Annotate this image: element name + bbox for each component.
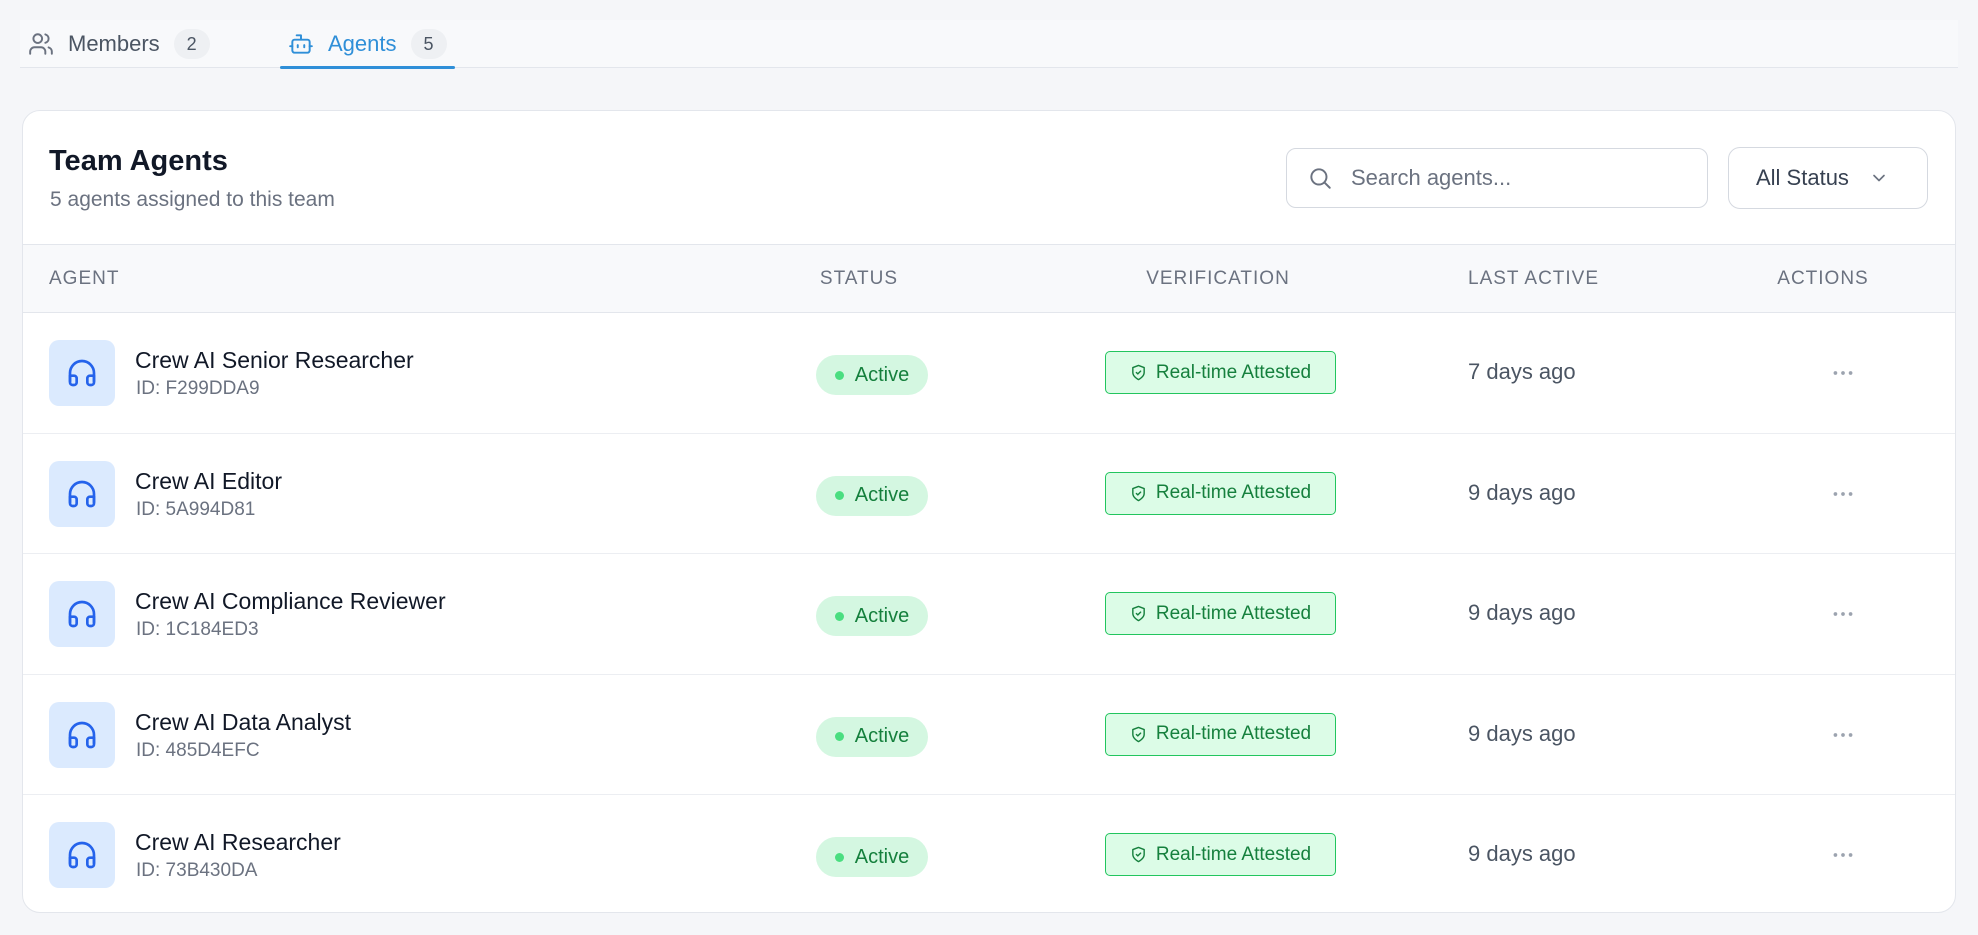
column-header-verification[interactable]: VERIFICATION xyxy=(1103,245,1333,313)
tab-agents-label: Agents xyxy=(328,31,397,56)
verification-badge: Real-time Attested xyxy=(1105,351,1336,394)
agents-table-body: Crew AI Senior Researcher ID: F299DDA9 A… xyxy=(23,313,1955,912)
status-dot-icon xyxy=(834,732,844,741)
headphones-icon xyxy=(49,460,115,527)
shield-check-icon xyxy=(1130,364,1147,381)
agent-id: ID: 73B430DA xyxy=(136,860,258,881)
column-header-status[interactable]: STATUS xyxy=(803,245,915,313)
last-active: 9 days ago xyxy=(1468,479,1576,505)
users-icon xyxy=(28,31,54,57)
table-header: AGENT STATUS VERIFICATION LAST ACTIVE AC… xyxy=(23,245,1955,313)
card-header: Team Agents 5 agents assigned to this te… xyxy=(23,111,1955,245)
verification-label: Real-time Attested xyxy=(1155,361,1312,383)
more-actions-button[interactable] xyxy=(1823,715,1863,755)
verification-label: Real-time Attested xyxy=(1155,482,1312,503)
card-title: Team Agents xyxy=(49,145,228,177)
agent-name[interactable]: Crew AI Senior Researcher xyxy=(135,347,414,374)
more-horizontal-icon xyxy=(1833,853,1853,857)
bot-icon xyxy=(288,31,314,57)
more-actions-button[interactable] xyxy=(1823,835,1863,875)
tab-members[interactable]: Members 2 xyxy=(28,20,210,68)
status-dot-icon xyxy=(834,370,844,380)
card-subtitle: 5 agents assigned to this team xyxy=(50,188,335,211)
more-horizontal-icon xyxy=(1833,732,1853,737)
last-active: 9 days ago xyxy=(1468,841,1576,866)
search-box[interactable] xyxy=(1286,148,1708,208)
last-active: 9 days ago xyxy=(1468,720,1576,746)
verification-badge: Real-time Attested xyxy=(1105,592,1336,635)
status-dot-icon xyxy=(834,611,844,621)
verification-label: Real-time Attested xyxy=(1155,723,1312,744)
tab-members-count: 2 xyxy=(173,29,210,59)
tab-agents[interactable]: Agents 5 xyxy=(280,20,455,69)
headphones-icon xyxy=(49,581,115,647)
status-badge: Active xyxy=(816,596,928,636)
verification-badge: Real-time Attested xyxy=(1105,471,1336,515)
agent-name[interactable]: Crew AI Compliance Reviewer xyxy=(135,588,446,615)
shield-check-icon xyxy=(1130,605,1147,622)
column-header-last-active[interactable]: LAST ACTIVE xyxy=(1468,245,1599,313)
more-actions-button[interactable] xyxy=(1823,353,1863,393)
shield-check-icon xyxy=(1130,726,1147,743)
agent-name[interactable]: Crew AI Researcher xyxy=(135,829,341,856)
status-label: Active xyxy=(854,725,910,747)
headphones-icon xyxy=(49,701,115,768)
agent-name[interactable]: Crew AI Editor xyxy=(135,468,282,495)
status-filter-select[interactable]: All Status xyxy=(1728,147,1928,209)
status-label: Active xyxy=(854,845,910,868)
column-header-agent[interactable]: AGENT xyxy=(49,245,119,313)
agent-id: ID: 485D4EFC xyxy=(136,739,260,761)
status-badge: Active xyxy=(816,837,928,877)
agent-name[interactable]: Crew AI Data Analyst xyxy=(135,709,351,736)
table-row[interactable]: Crew AI Editor ID: 5A994D81 Active Real-… xyxy=(23,434,1955,554)
status-badge: Active xyxy=(816,355,928,395)
status-label: Active xyxy=(854,604,910,627)
more-actions-button[interactable] xyxy=(1823,594,1863,634)
headphones-icon xyxy=(49,340,115,406)
table-row[interactable]: Crew AI Compliance Reviewer ID: 1C184ED3… xyxy=(23,554,1955,675)
team-agents-card: Team Agents 5 agents assigned to this te… xyxy=(22,110,1956,913)
more-actions-button[interactable] xyxy=(1823,474,1863,514)
table-row[interactable]: Crew AI Senior Researcher ID: F299DDA9 A… xyxy=(23,313,1955,434)
agent-id: ID: 5A994D81 xyxy=(136,498,256,520)
status-badge: Active xyxy=(816,716,928,757)
shield-check-icon xyxy=(1130,846,1147,863)
status-label: Active xyxy=(854,363,910,386)
last-active: 7 days ago xyxy=(1468,359,1576,384)
status-filter-value: All Status xyxy=(1756,165,1849,190)
search-input[interactable] xyxy=(1351,165,1671,191)
verification-badge: Real-time Attested xyxy=(1105,833,1336,876)
status-dot-icon xyxy=(834,491,844,500)
more-horizontal-icon xyxy=(1833,491,1853,496)
status-label: Active xyxy=(854,484,910,506)
tab-bar: Members 2 Agents 5 xyxy=(20,20,1958,69)
table-row[interactable]: Crew AI Data Analyst ID: 485D4EFC Active… xyxy=(23,675,1955,795)
shield-check-icon xyxy=(1130,485,1147,502)
verification-label: Real-time Attested xyxy=(1155,843,1312,865)
more-horizontal-icon xyxy=(1833,612,1853,616)
status-dot-icon xyxy=(834,852,844,862)
tab-members-label: Members xyxy=(68,31,160,56)
last-active: 9 days ago xyxy=(1468,600,1576,625)
verification-badge: Real-time Attested xyxy=(1105,712,1336,756)
more-horizontal-icon xyxy=(1833,371,1853,375)
search-icon xyxy=(1307,165,1333,191)
chevron-down-icon xyxy=(1869,168,1889,188)
agent-id: ID: F299DDA9 xyxy=(136,378,260,399)
agent-id: ID: 1C184ED3 xyxy=(136,619,259,640)
tab-agents-count: 5 xyxy=(410,29,447,59)
status-badge: Active xyxy=(816,475,928,516)
verification-label: Real-time Attested xyxy=(1155,602,1312,624)
table-row[interactable]: Crew AI Researcher ID: 73B430DA Active R… xyxy=(23,795,1955,912)
column-header-actions: ACTIONS xyxy=(1777,268,1869,289)
headphones-icon xyxy=(49,822,115,888)
